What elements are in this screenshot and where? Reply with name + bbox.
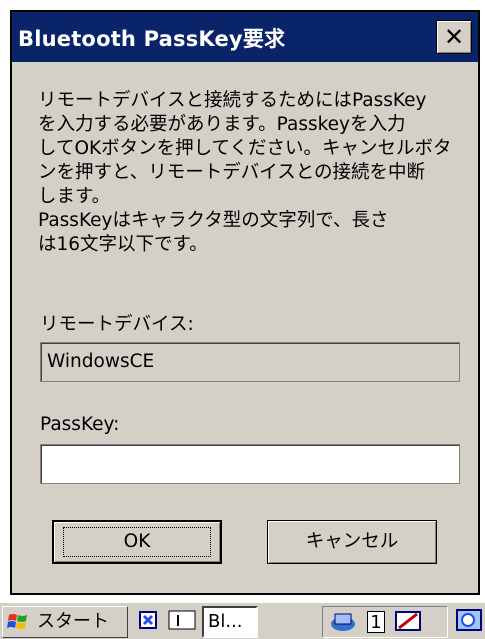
message-line: ンを押すと、リモートデバイスとの接続を中断 (38, 162, 426, 183)
pen-icon[interactable] (395, 610, 421, 634)
desktop-icon[interactable] (455, 608, 483, 632)
close-icon: ✕ (443, 23, 465, 51)
instruction-message: リモートデバイスと接続するためにはPassKey を入力する必要があります。Pa… (38, 89, 468, 257)
remote-device-label: リモートデバイス: (40, 314, 194, 335)
network-icon[interactable] (329, 610, 361, 634)
start-label: スタート (37, 611, 109, 632)
message-line: PassKeyはキャラクタ型の文字列で、長さ (38, 210, 389, 231)
dialog-title: Bluetooth PassKey要求 (18, 27, 286, 51)
start-button[interactable]: スタート (2, 606, 128, 638)
windows-flag-icon (7, 614, 27, 629)
ok-button[interactable]: OK (52, 520, 222, 564)
title-bar[interactable]: Bluetooth PassKey要求 ✕ (12, 12, 478, 62)
message-line: を入力する必要があります。Passkeyを入力 (38, 114, 406, 135)
taskbar-task-bluetooth[interactable]: Bl... (202, 606, 258, 638)
cancel-button[interactable]: キャンセル (267, 520, 437, 564)
taskbar: スタート Bl... 1 (0, 601, 485, 639)
message-line: リモートデバイスと接続するためにはPassKey (38, 90, 427, 111)
input-panel-icon[interactable] (168, 608, 196, 632)
passkey-dialog: Bluetooth PassKey要求 ✕ リモートデバイスと接続するためにはP… (10, 10, 480, 595)
remote-device-field: WindowsCE (40, 342, 460, 382)
close-button[interactable]: ✕ (436, 20, 472, 54)
passkey-input[interactable] (40, 444, 460, 484)
tray-number: 1 (367, 611, 385, 633)
system-tray: 1 (322, 606, 448, 638)
app-icon[interactable] (138, 608, 162, 632)
ok-button-label: OK (63, 527, 211, 557)
message-line: してOKボタンを押してください。キャンセルボタ (38, 138, 452, 159)
message-line: します。 (38, 186, 111, 207)
message-line: は16文字以下です。 (38, 234, 208, 255)
passkey-label: PassKey: (40, 414, 120, 435)
